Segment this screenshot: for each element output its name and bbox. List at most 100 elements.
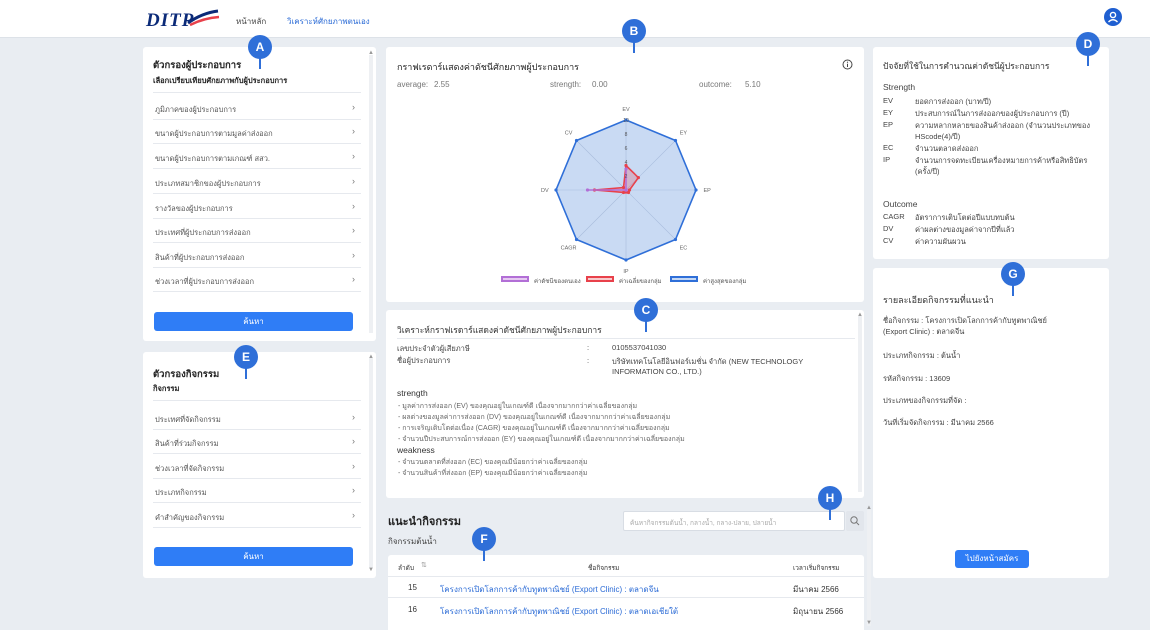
filter-item-activity-keyword[interactable]: คำสำคัญของกิจกรรม › [153, 504, 361, 528]
scrollbar[interactable] [858, 316, 862, 492]
scrollbar[interactable] [369, 358, 373, 568]
filter-item-label: คำสำคัญของกิจกรรม [155, 513, 225, 522]
radar-tick-label: 2 [625, 174, 628, 180]
chevron-right-icon: › [352, 250, 355, 260]
sort-icon[interactable]: ⇅ [421, 561, 427, 569]
activity-start-date: วันที่เริ่มจัดกิจกรรม : มีนาคม 2566 [883, 418, 994, 427]
weakness-item: - จำนวนตลาดที่ส่งออก (EC) ของคุณมีน้อยกว… [398, 459, 588, 466]
marker-g: G [1001, 262, 1025, 286]
scroll-up-icon[interactable]: ▲ [866, 505, 872, 511]
marker-pin [633, 41, 635, 53]
exporter-search-button[interactable]: ค้นหา [154, 312, 353, 331]
row-date: มีนาคม 2566 [793, 585, 839, 594]
radar-tick-label: 10 [623, 118, 629, 124]
chevron-right-icon: › [352, 510, 355, 520]
radar-point [621, 185, 626, 190]
factor-desc: อัตราการเติบโตต่อปีแบบทบต้น [915, 213, 1015, 222]
scroll-up-icon[interactable]: ▲ [857, 312, 863, 318]
radar-point [624, 258, 628, 262]
marker-pin [245, 367, 247, 379]
scrollbar[interactable] [369, 55, 373, 333]
table-row: 15 โครงการเปิดโลกการค้ากับทูตพาณิชย์ (Ex… [388, 577, 864, 598]
chevron-right-icon: › [352, 102, 355, 112]
nav-self-analysis[interactable]: วิเคราะห์ศักยภาพตนเอง [287, 15, 370, 28]
user-avatar[interactable] [1104, 8, 1122, 26]
row-activity-link[interactable]: โครงการเปิดโลกการค้ากับทูตพาณิชย์ (Expor… [440, 605, 678, 618]
factor-desc: ค่าความผันผวน [915, 237, 966, 246]
colon: : [587, 343, 590, 352]
divider [153, 400, 361, 401]
chevron-right-icon: › [352, 151, 355, 161]
filter-item-activity-product[interactable]: สินค้าที่ร่วมกิจกรรม › [153, 430, 361, 454]
chevron-right-icon: › [352, 201, 355, 211]
chevron-right-icon: › [352, 461, 355, 471]
activity-table: ลำดับ ⇅ ชื่อกิจกรรม เวลาเริ่มกิจกรรม 15 … [388, 555, 864, 630]
radar-tick-label: 4 [625, 160, 628, 166]
filter-item-export-country[interactable]: ประเทศที่ผู้ประกอบการส่งออก › [153, 219, 361, 243]
radar-point [624, 167, 628, 171]
chevron-right-icon: › [352, 225, 355, 235]
factors-title: ปัจจัยที่ใช้ในการคำนวณค่าดัชนีผู้ประกอบก… [883, 61, 1050, 71]
filter-item-export-period[interactable]: ช่วงเวลาที่ผู้ประกอบการส่งออก › [153, 268, 361, 292]
analysis-panel: วิเคราะห์กราฟเรดาร์แสดงค่าดัชนีศักยภาพผู… [386, 310, 864, 498]
marker-e: E [234, 345, 258, 369]
factor-desc: ค่าผลต่างของมูลค่าจากปีที่แล้ว [915, 225, 1015, 234]
scrollbar[interactable] [867, 510, 871, 626]
radar-axis-label: DV [541, 188, 549, 194]
factor-key: EC [883, 143, 894, 152]
activity-search-button[interactable]: ค้นหา [154, 547, 353, 566]
marker-pin [829, 508, 831, 520]
radar-point [673, 138, 678, 143]
table-row: 16 โครงการเปิดโลกการค้ากับทูตพาณิชย์ (Ex… [388, 599, 864, 620]
radar-axis-label: IP [623, 269, 629, 275]
exporter-filter-subtitle: เลือกเปรียบเทียบศักยภาพกับผู้ประกอบการ [153, 76, 288, 85]
marker-pin [1012, 284, 1014, 296]
marker-pin [483, 549, 485, 561]
legend-swatch-avg [586, 276, 614, 282]
legend-label-max: ค่าสูงสุดของกลุ่ม [703, 279, 747, 285]
radar-axis-label: EC [680, 245, 688, 251]
filter-item-export-product[interactable]: สินค้าที่ผู้ประกอบการส่งออก › [153, 244, 361, 268]
marker-f: F [472, 527, 496, 551]
filter-item-membership[interactable]: ประเภทสมาชิกของผู้ประกอบการ › [153, 170, 361, 194]
factor-key: EY [883, 108, 894, 117]
divider [397, 338, 855, 339]
radar-point [574, 138, 579, 143]
scroll-down-icon[interactable]: ▼ [866, 620, 872, 626]
radar-axis-label: EY [680, 131, 688, 137]
factor-desc: จำนวนการจดทะเบียนเครื่องหมายการค้าหรือสิ… [915, 156, 1088, 176]
radar-point [624, 188, 628, 192]
company-label: ชื่อผู้ประกอบการ [397, 356, 451, 365]
filter-item-sme-size[interactable]: ขนาดผู้ประกอบการตามเกณฑ์ สสว. › [153, 145, 361, 169]
radar-point [694, 188, 698, 192]
search-button[interactable] [846, 511, 864, 531]
row-activity-link[interactable]: โครงการเปิดโลกการค้ากับทูตพาณิชย์ (Expor… [440, 583, 659, 596]
radar-point [585, 188, 590, 192]
activity-detail-panel: รายละเอียดกิจกรรมที่แนะนำ ชื่อกิจกรรม : … [873, 268, 1109, 578]
filter-item-label: รางวัลของผู้ประกอบการ [155, 204, 233, 213]
filter-item-award[interactable]: รางวัลของผู้ประกอบการ › [153, 195, 361, 219]
register-button[interactable]: ไปยังหน้าสมัคร [955, 550, 1029, 568]
scroll-down-icon[interactable]: ▼ [368, 567, 374, 573]
radar-point [621, 190, 626, 195]
nav-home[interactable]: หน้าหลัก [236, 15, 266, 28]
filter-item-label: ช่วงเวลาที่จัดกิจกรรม [155, 464, 225, 473]
column-header-name: ชื่อกิจกรรม [588, 565, 620, 572]
filter-item-label: ขนาดผู้ประกอบการตามเกณฑ์ สสว. [155, 154, 270, 163]
filter-item-activity-type[interactable]: ประเภทกิจกรรม › [153, 479, 361, 503]
column-header-no[interactable]: ลำดับ [398, 563, 414, 573]
radar-point [554, 188, 558, 192]
scroll-up-icon[interactable]: ▲ [368, 50, 374, 56]
scroll-up-icon[interactable]: ▲ [368, 354, 374, 360]
activity-search-input[interactable]: ค้นหากิจกรรมต้นน้ำ, กลางน้ำ, กลาง-ปลาย, … [623, 511, 845, 531]
radar-axis-label: CV [565, 131, 573, 137]
filter-item-activity-period[interactable]: ช่วงเวลาที่จัดกิจกรรม › [153, 455, 361, 479]
radar-axis-label: CAGR [561, 245, 577, 251]
row-no: 15 [408, 583, 417, 592]
filter-item-region[interactable]: ภูมิภาคของผู้ประกอบการ › [153, 96, 361, 120]
filter-item-export-size[interactable]: ขนาดผู้ประกอบการตามมูลค่าส่งออก › [153, 120, 361, 144]
factor-key: EP [883, 120, 894, 129]
filter-item-label: ภูมิภาคของผู้ประกอบการ [155, 105, 237, 114]
company-name-line2: INFORMATION CO., LTD.) [612, 367, 702, 376]
filter-item-activity-country[interactable]: ประเทศที่จัดกิจกรรม › [153, 406, 361, 430]
